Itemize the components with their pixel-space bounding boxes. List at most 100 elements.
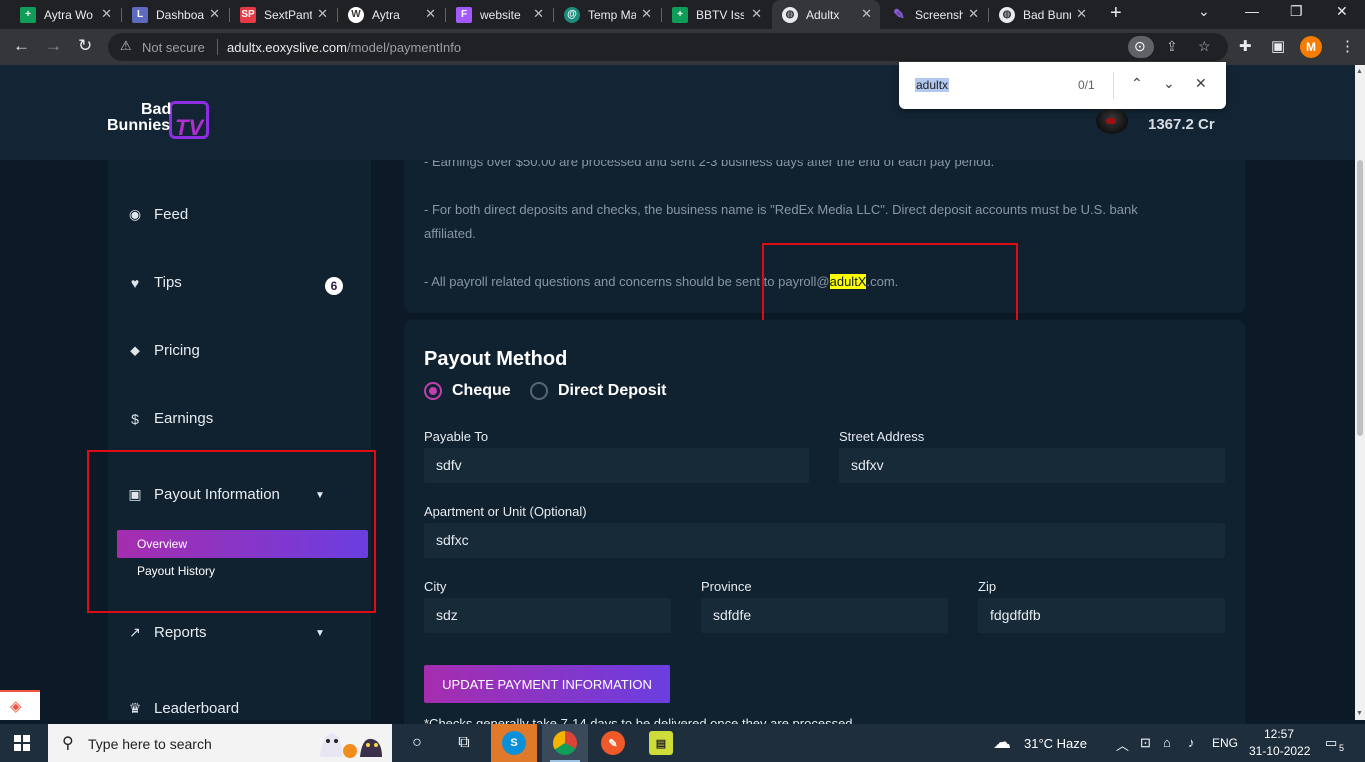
cortana-icon[interactable]: ○ (403, 729, 431, 757)
update-payment-button[interactable]: UPDATE PAYMENT INFORMATION (424, 665, 670, 703)
province-field[interactable]: sdfdfe (701, 598, 948, 633)
menu-icon[interactable]: ⋮ (1340, 37, 1355, 55)
bookmark-star-icon[interactable]: ☆ (1198, 38, 1211, 55)
url-text[interactable]: adultx.eoxyslive.com/model/paymentInfo (227, 40, 461, 55)
not-secure-label[interactable]: Not secure (142, 40, 205, 55)
back-icon[interactable]: ← (13, 36, 30, 56)
search-placeholder: Type here to search (88, 736, 212, 752)
extensions-icon[interactable]: ✚ (1239, 37, 1252, 55)
taskbar-app-chart[interactable]: ▤ (638, 724, 684, 762)
restore-icon[interactable]: ❐ (1290, 3, 1303, 20)
tab-3[interactable]: SP SextPanth ✕ (230, 0, 336, 29)
payout-method-title: Payout Method (424, 348, 568, 370)
sidebar-item-leaderboard[interactable]: ♛ Leaderboard (127, 700, 239, 717)
weather-text[interactable]: 31°C Haze (1024, 736, 1087, 751)
chart-icon: ↗ (129, 624, 141, 640)
clock-date[interactable]: 31-10-2022 (1249, 744, 1310, 758)
radio-label-direct-deposit[interactable]: Direct Deposit (558, 382, 666, 400)
find-next-icon[interactable]: ⌄ (1163, 75, 1175, 92)
close-icon[interactable]: ✕ (751, 6, 762, 22)
close-icon[interactable]: ✕ (968, 6, 979, 22)
tab-1[interactable]: + Aytra Wo ✕ (10, 0, 120, 29)
apartment-field[interactable]: sdfxc (424, 523, 1225, 558)
scroll-down-icon[interactable]: ▼ (1356, 710, 1363, 717)
trophy-icon: ♛ (128, 700, 142, 716)
tab-5[interactable]: F website ✕ (446, 0, 552, 29)
radio-cheque[interactable] (424, 382, 442, 400)
weather-icon[interactable]: ☁ (993, 732, 1011, 753)
tab-7[interactable]: + BBTV Iss ✕ (662, 0, 770, 29)
new-tab-button[interactable]: + (1110, 2, 1122, 25)
address-bar[interactable]: ⚠ Not secure adultx.eoxyslive.com/model/… (108, 33, 1228, 61)
chevron-down-icon[interactable]: ▼ (315, 628, 325, 639)
tab-8-active[interactable]: ◍ Adultx ✕ (772, 0, 880, 29)
chrome-icon (553, 731, 577, 755)
sidebar-item-earnings[interactable]: $ Earnings (127, 410, 213, 427)
note-line: - For both direct deposits and checks, t… (424, 202, 1138, 217)
city-field[interactable]: sdz (424, 598, 671, 633)
sidebar-item-label: Tips (154, 274, 182, 291)
reload-icon[interactable]: ↻ (78, 36, 92, 56)
close-icon[interactable]: ✕ (641, 6, 652, 22)
skype-icon: S (502, 731, 526, 755)
heart-icon: ♥ (130, 274, 140, 291)
dashboard-icon: L (132, 6, 148, 23)
sidebar-item-feed[interactable]: ◉ Feed (127, 206, 188, 223)
find-close-icon[interactable]: ✕ (1195, 75, 1207, 92)
task-view-icon[interactable]: ⧉ (450, 729, 478, 757)
close-icon[interactable]: ✕ (861, 6, 872, 22)
meet-now-icon[interactable]: ⊡ (1140, 735, 1151, 751)
tab-4[interactable]: W Aytra ✕ (338, 0, 444, 29)
tab-10[interactable]: ◍ Bad Bunn ✕ (989, 0, 1095, 29)
zip-field[interactable]: fdgdfdfb (978, 598, 1225, 633)
annotation-box (762, 243, 1018, 325)
close-icon[interactable]: ✕ (101, 6, 112, 22)
taskbar-skype[interactable]: S (491, 724, 537, 762)
sidebar-item-tips[interactable]: ♥ Tips (127, 274, 182, 291)
tab-search-icon[interactable]: ⌄ (1198, 3, 1210, 20)
network-icon[interactable]: ⌂ (1163, 735, 1171, 750)
scroll-up-icon[interactable]: ▲ (1356, 68, 1363, 75)
taskbar-search[interactable]: ⚲ Type here to search (48, 724, 392, 762)
sidebar-item-label: Leaderboard (154, 700, 240, 717)
street-address-field[interactable]: sdfxv (839, 448, 1225, 483)
tab-6[interactable]: @ Temp Ma ✕ (554, 0, 660, 29)
tab-2[interactable]: L Dashboard ✕ (122, 0, 228, 29)
share-icon[interactable]: ⇪ (1166, 38, 1178, 55)
close-icon[interactable]: ✕ (209, 6, 220, 22)
close-icon[interactable]: ✕ (1076, 6, 1087, 22)
sidebar-item-pricing[interactable]: ⬥ Pricing (127, 342, 200, 359)
sidebar-item-label: Feed (154, 206, 189, 223)
find-previous-icon[interactable]: ⌃ (1131, 75, 1143, 92)
profile-avatar[interactable]: M (1300, 36, 1322, 58)
side-panel-icon[interactable]: ▣ (1271, 37, 1285, 55)
volume-icon[interactable]: ♪ (1188, 735, 1195, 750)
site-logo[interactable]: Bad Bunnies TV (107, 99, 211, 143)
language-indicator[interactable]: ENG (1212, 736, 1238, 750)
scrollbar-thumb[interactable] (1357, 160, 1363, 436)
field-value: sdfv (436, 457, 462, 473)
minimize-icon[interactable]: — (1245, 3, 1259, 19)
province-label: Province (701, 579, 752, 594)
close-icon[interactable]: ✕ (425, 6, 436, 22)
show-hidden-icons-icon[interactable]: ︿ (1116, 735, 1129, 754)
taskbar-chrome[interactable] (542, 724, 588, 762)
radio-direct-deposit[interactable] (530, 382, 548, 400)
find-input[interactable]: adultx (915, 78, 950, 92)
forward-icon[interactable]: → (45, 36, 62, 56)
radio-label-cheque[interactable]: Cheque (452, 382, 511, 400)
windows-start-icon[interactable] (14, 735, 30, 751)
warning-icon[interactable]: ⚠ (120, 38, 132, 54)
sidebar-item-reports[interactable]: ↗ Reports (127, 624, 206, 641)
laravel-debug-badge[interactable]: ◈ (0, 690, 40, 720)
close-window-icon[interactable]: ✕ (1336, 3, 1348, 20)
close-icon[interactable]: ✕ (317, 6, 328, 22)
clock-time[interactable]: 12:57 (1264, 727, 1294, 741)
user-avatar[interactable] (1096, 108, 1128, 134)
search-icon: ⚲ (62, 735, 74, 752)
close-icon[interactable]: ✕ (533, 6, 544, 22)
taskbar-app-orange[interactable]: ✎ (590, 724, 636, 762)
tab-9[interactable]: ✎ Screensh ✕ (881, 0, 987, 29)
payable-to-field[interactable]: sdfv (424, 448, 809, 483)
notifications-icon[interactable]: ▭ (1325, 735, 1337, 751)
